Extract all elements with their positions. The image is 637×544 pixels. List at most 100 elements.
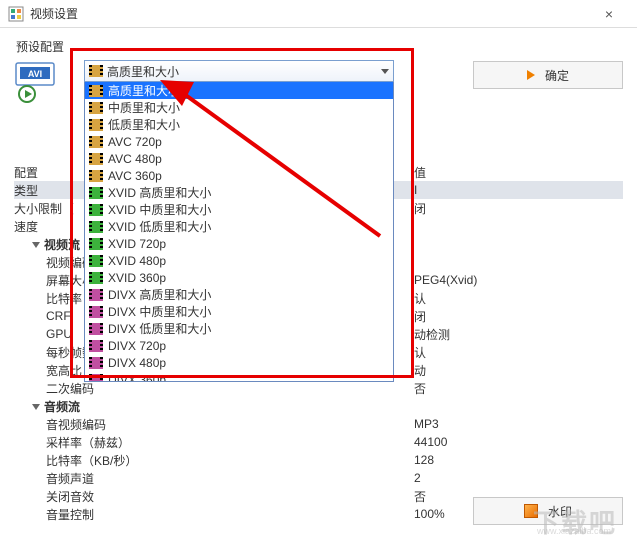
property-value: 128 xyxy=(414,453,623,467)
svg-text:AVI: AVI xyxy=(28,69,42,79)
property-value: 认 xyxy=(414,290,623,307)
film-icon xyxy=(89,119,103,131)
dropdown-item[interactable]: DIVX 360p xyxy=(85,371,393,382)
property-row[interactable]: 音频流 xyxy=(14,397,623,415)
dropdown-item-label: DIVX 720p xyxy=(108,339,166,353)
property-key: 音视频编码 xyxy=(14,416,414,433)
dropdown-item-label: DIVX 高质里和大小 xyxy=(108,286,211,303)
property-key: 音量控制 xyxy=(14,506,414,523)
ok-button[interactable]: 确定 xyxy=(473,61,623,89)
dropdown-item[interactable]: XVID 480p xyxy=(85,252,393,269)
film-icon xyxy=(89,272,103,284)
dropdown-item[interactable]: XVID 高质里和大小 xyxy=(85,184,393,201)
dropdown-item[interactable]: XVID 720p xyxy=(85,235,393,252)
property-value: PEG4(Xvid) xyxy=(414,273,623,287)
dropdown-item-label: DIVX 480p xyxy=(108,356,166,370)
film-icon xyxy=(89,323,103,335)
watermark-icon xyxy=(524,504,538,518)
film-icon xyxy=(89,340,103,352)
film-icon xyxy=(89,65,103,77)
avi-icon: AVI xyxy=(14,61,56,103)
property-key: 音频声道 xyxy=(14,470,414,487)
ok-button-label: 确定 xyxy=(545,67,569,84)
dropdown-item-label: XVID 低质里和大小 xyxy=(108,218,211,235)
dropdown-item[interactable]: XVID 360p xyxy=(85,269,393,286)
property-key: 关闭音效 xyxy=(14,488,414,505)
property-value: 闭 xyxy=(414,308,623,325)
dropdown-item[interactable]: 高质里和大小 xyxy=(85,82,393,99)
titlebar: 视频设置 × xyxy=(0,0,637,28)
film-icon xyxy=(89,221,103,233)
dropdown-item-label: XVID 中质里和大小 xyxy=(108,201,211,218)
film-icon xyxy=(89,153,103,165)
preset-label: 预设配置 xyxy=(16,38,623,55)
expand-icon xyxy=(32,242,40,248)
dropdown-item-label: XVID 360p xyxy=(108,271,166,285)
dropdown-item-label: AVC 720p xyxy=(108,135,162,149)
dropdown-item-label: XVID 高质里和大小 xyxy=(108,184,211,201)
dropdown-item[interactable]: AVC 720p xyxy=(85,133,393,150)
dropdown-selected[interactable]: 高质里和大小 xyxy=(84,60,394,82)
dropdown-item[interactable]: AVC 480p xyxy=(85,150,393,167)
dropdown-item-label: DIVX 中质里和大小 xyxy=(108,303,211,320)
property-value: MP3 xyxy=(414,417,623,431)
property-value: 动检测 xyxy=(414,326,623,343)
dropdown-item-label: 高质里和大小 xyxy=(108,82,180,99)
watermark-button-label: 水印 xyxy=(548,503,572,520)
film-icon xyxy=(89,238,103,250)
property-value: 44100 xyxy=(414,435,623,449)
property-row[interactable]: 采样率（赫兹）44100 xyxy=(14,433,623,451)
film-icon xyxy=(89,289,103,301)
film-icon xyxy=(89,136,103,148)
window-title: 视频设置 xyxy=(30,5,589,22)
dropdown-item[interactable]: XVID 中质里和大小 xyxy=(85,201,393,218)
watermark-button[interactable]: 水印 xyxy=(473,497,623,525)
property-value: 动 xyxy=(414,362,623,379)
preset-dropdown[interactable]: 高质里和大小 高质里和大小中质里和大小低质里和大小AVC 720pAVC 480… xyxy=(84,60,394,382)
film-icon xyxy=(89,255,103,267)
dropdown-item-label: AVC 360p xyxy=(108,169,162,183)
property-key: 采样率（赫兹） xyxy=(14,434,414,451)
dropdown-item[interactable]: DIVX 480p xyxy=(85,354,393,371)
chevron-down-icon xyxy=(381,69,389,74)
property-value: I xyxy=(414,183,623,197)
dropdown-item[interactable]: AVC 360p xyxy=(85,167,393,184)
property-value: 闭 xyxy=(414,200,623,217)
film-icon xyxy=(89,85,103,97)
expand-icon xyxy=(32,404,40,410)
dropdown-item-label: DIVX 低质里和大小 xyxy=(108,320,211,337)
film-icon xyxy=(89,374,103,383)
property-row[interactable]: 音视频编码MP3 xyxy=(14,415,623,433)
property-value: 认 xyxy=(414,344,623,361)
dropdown-item[interactable]: DIVX 720p xyxy=(85,337,393,354)
property-key: 音频流 xyxy=(14,398,414,415)
close-icon[interactable]: × xyxy=(589,6,629,22)
dropdown-item[interactable]: 中质里和大小 xyxy=(85,99,393,116)
property-row[interactable]: 音频声道2 xyxy=(14,469,623,487)
property-value: 值 xyxy=(414,164,623,181)
dropdown-item[interactable]: DIVX 高质里和大小 xyxy=(85,286,393,303)
dropdown-item-label: 低质里和大小 xyxy=(108,116,180,133)
dropdown-selected-label: 高质里和大小 xyxy=(107,63,179,80)
dropdown-item[interactable]: DIVX 低质里和大小 xyxy=(85,320,393,337)
film-icon xyxy=(89,306,103,318)
film-icon xyxy=(89,357,103,369)
property-value: 2 xyxy=(414,471,623,485)
property-value: 否 xyxy=(414,380,623,397)
dropdown-item-label: XVID 720p xyxy=(108,237,166,251)
property-key: 二次编码 xyxy=(14,380,414,397)
film-icon xyxy=(89,102,103,114)
dropdown-item[interactable]: XVID 低质里和大小 xyxy=(85,218,393,235)
dropdown-list: 高质里和大小中质里和大小低质里和大小 AVC 720p AVC 480p AVC 36… xyxy=(84,82,394,382)
dropdown-item[interactable]: DIVX 中质里和大小 xyxy=(85,303,393,320)
property-row[interactable]: 比特率（KB/秒）128 xyxy=(14,451,623,469)
dropdown-item-label: AVC 480p xyxy=(108,152,162,166)
dropdown-item-label: XVID 480p xyxy=(108,254,166,268)
film-icon xyxy=(89,204,103,216)
app-icon xyxy=(8,6,24,22)
property-key: 比特率（KB/秒） xyxy=(14,452,414,469)
arrow-right-icon xyxy=(527,70,535,80)
film-icon xyxy=(89,170,103,182)
dropdown-item-label: DIVX 360p xyxy=(108,373,166,383)
dropdown-item[interactable]: 低质里和大小 xyxy=(85,116,393,133)
